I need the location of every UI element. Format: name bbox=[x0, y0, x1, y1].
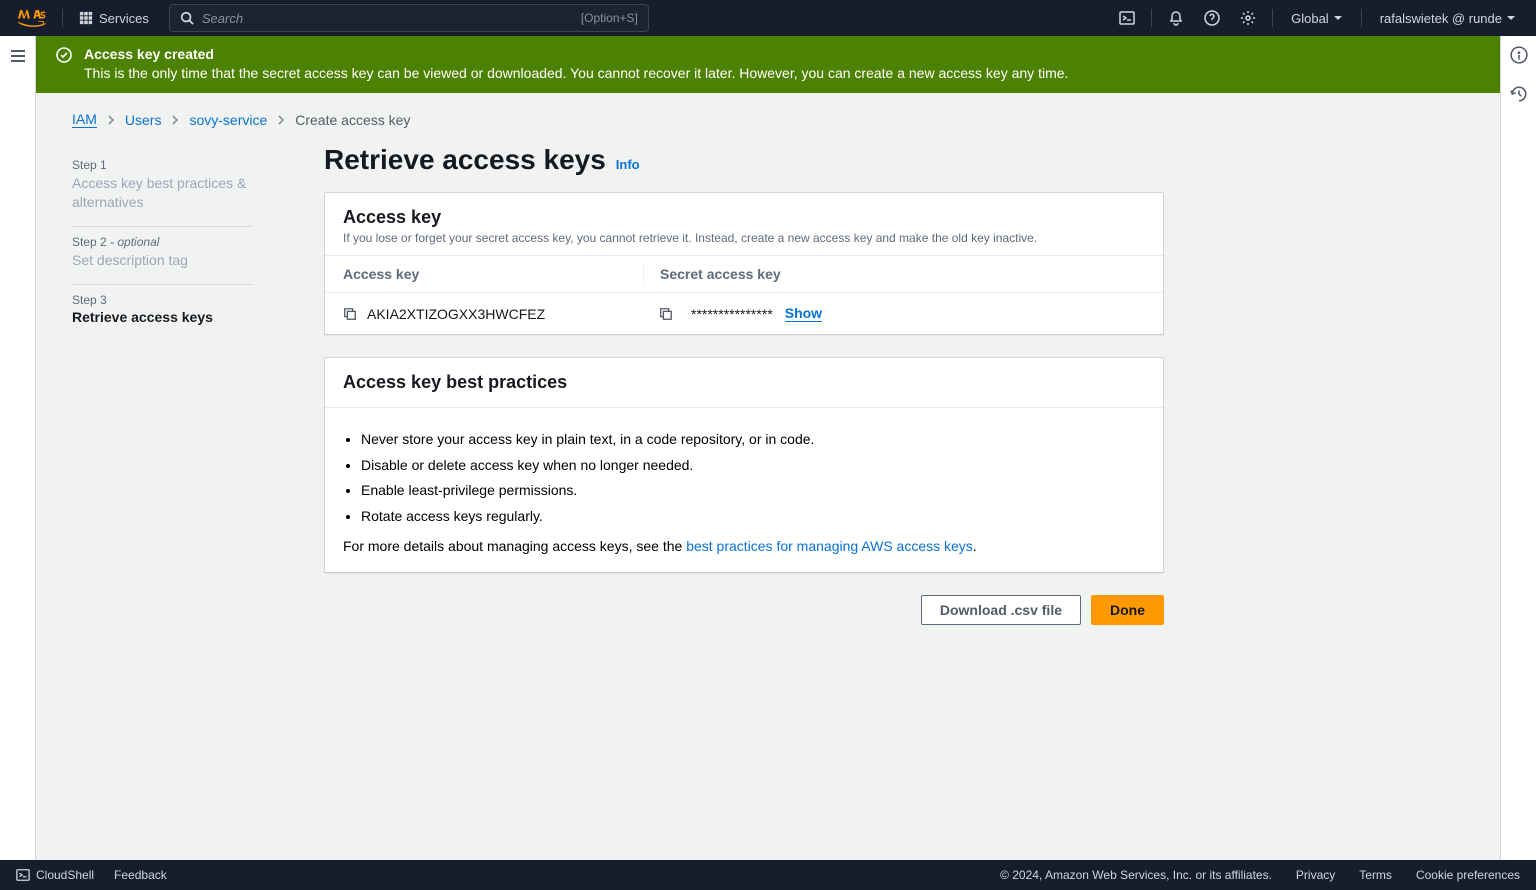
best-practice-item: Disable or delete access key when no lon… bbox=[361, 456, 1145, 476]
best-practice-item: Rotate access keys regularly. bbox=[361, 507, 1145, 527]
page-title: Retrieve access keys bbox=[324, 144, 606, 176]
done-button[interactable]: Done bbox=[1091, 595, 1164, 625]
search-icon bbox=[180, 11, 194, 25]
separator bbox=[1272, 9, 1273, 27]
footer-cookie-link[interactable]: Cookie preferences bbox=[1416, 868, 1520, 882]
copy-access-key-button[interactable] bbox=[343, 307, 357, 321]
panel-title: Access key bbox=[343, 207, 1145, 228]
services-menu[interactable]: Services bbox=[69, 11, 159, 26]
best-practice-item: Enable least-privilege permissions. bbox=[361, 481, 1145, 501]
top-navigation: Services [Option+S] Global rafalswietek … bbox=[0, 0, 1536, 36]
breadcrumb-users[interactable]: Users bbox=[125, 112, 162, 128]
breadcrumb-iam[interactable]: IAM bbox=[72, 111, 97, 128]
history-panel-toggle[interactable] bbox=[1510, 85, 1528, 108]
account-label: rafalswietek @ runde bbox=[1380, 11, 1502, 26]
column-header-secret-key: Secret access key bbox=[643, 266, 1145, 282]
column-header-access-key: Access key bbox=[343, 266, 643, 282]
access-key-value: AKIA2XTIZOGXX3HWCFEZ bbox=[367, 306, 545, 322]
separator bbox=[1361, 9, 1362, 27]
wizard-step-3: Step 3 Retrieve access keys bbox=[72, 285, 252, 339]
help-panel-toggle[interactable] bbox=[1510, 46, 1528, 69]
more-prefix: For more details about managing access k… bbox=[343, 538, 686, 554]
success-flashbar: Access key created This is the only time… bbox=[36, 36, 1500, 93]
footer: CloudShell Feedback © 2024, Amazon Web S… bbox=[0, 860, 1536, 890]
best-practices-panel: Access key best practices Never store yo… bbox=[324, 357, 1164, 573]
banner-text: This is the only time that the secret ac… bbox=[84, 65, 1480, 81]
chevron-right-icon bbox=[277, 114, 285, 126]
breadcrumb: IAM Users sovy-service Create access key bbox=[36, 93, 1500, 136]
wizard-step-1: Step 1 Access key best practices & alter… bbox=[72, 150, 252, 227]
footer-feedback-link[interactable]: Feedback bbox=[114, 868, 167, 882]
banner-title: Access key created bbox=[84, 46, 1480, 62]
help-button[interactable] bbox=[1194, 10, 1230, 26]
step-number: Step 1 bbox=[72, 158, 252, 172]
step-number: Step 3 bbox=[72, 293, 252, 307]
region-label: Global bbox=[1291, 11, 1329, 26]
step-title: Retrieve access keys bbox=[72, 309, 252, 325]
step-optional-text: - optional bbox=[107, 235, 160, 249]
panel-subtitle: If you lose or forget your secret access… bbox=[343, 231, 1145, 245]
cloudshell-button[interactable] bbox=[1109, 10, 1145, 26]
region-selector[interactable]: Global bbox=[1279, 11, 1355, 26]
chevron-right-icon bbox=[107, 114, 115, 126]
breadcrumb-user[interactable]: sovy-service bbox=[189, 112, 267, 128]
step-title: Access key best practices & alternatives bbox=[72, 174, 252, 212]
caret-down-icon bbox=[1333, 13, 1343, 23]
show-secret-button[interactable]: Show bbox=[785, 305, 822, 322]
footer-privacy-link[interactable]: Privacy bbox=[1296, 868, 1335, 882]
best-practices-more: For more details about managing access k… bbox=[343, 538, 1145, 554]
settings-button[interactable] bbox=[1230, 10, 1266, 26]
breadcrumb-current: Create access key bbox=[295, 112, 410, 128]
account-menu[interactable]: rafalswietek @ runde bbox=[1368, 11, 1528, 26]
services-label: Services bbox=[99, 11, 149, 26]
wizard-steps: Step 1 Access key best practices & alter… bbox=[72, 136, 252, 625]
caret-down-icon bbox=[1506, 13, 1516, 23]
step-title: Set description tag bbox=[72, 251, 252, 270]
footer-cloudshell-button[interactable]: CloudShell bbox=[16, 868, 94, 882]
check-circle-icon bbox=[56, 47, 72, 63]
secret-key-mask: *************** bbox=[691, 306, 773, 322]
best-practices-docs-link[interactable]: best practices for managing AWS access k… bbox=[686, 538, 973, 554]
footer-copyright: © 2024, Amazon Web Services, Inc. or its… bbox=[1000, 868, 1272, 882]
chevron-right-icon bbox=[171, 114, 179, 126]
best-practice-item: Never store your access key in plain tex… bbox=[361, 430, 1145, 450]
search-input[interactable] bbox=[202, 11, 581, 26]
cloudshell-label: CloudShell bbox=[36, 868, 94, 882]
menu-toggle-button[interactable] bbox=[6, 45, 30, 72]
wizard-step-2: Step 2 - optional Set description tag bbox=[72, 227, 252, 285]
copy-secret-key-button[interactable] bbox=[659, 307, 673, 321]
grid-icon bbox=[79, 11, 93, 25]
info-link[interactable]: Info bbox=[616, 157, 640, 172]
separator bbox=[62, 9, 63, 27]
aws-logo[interactable] bbox=[8, 10, 56, 27]
separator bbox=[1151, 9, 1152, 27]
right-tool-rail bbox=[1500, 36, 1536, 860]
search-box[interactable]: [Option+S] bbox=[169, 4, 649, 32]
search-shortcut: [Option+S] bbox=[581, 11, 638, 25]
notifications-button[interactable] bbox=[1158, 10, 1194, 26]
access-key-panel: Access key If you lose or forget your se… bbox=[324, 192, 1164, 335]
panel-title: Access key best practices bbox=[343, 372, 1145, 393]
left-drawer-toggle bbox=[0, 36, 36, 860]
download-csv-button[interactable]: Download .csv file bbox=[921, 595, 1081, 625]
step-number-text: Step 2 bbox=[72, 235, 107, 249]
step-number: Step 2 - optional bbox=[72, 235, 252, 249]
footer-terms-link[interactable]: Terms bbox=[1359, 868, 1392, 882]
more-suffix: . bbox=[973, 538, 977, 554]
